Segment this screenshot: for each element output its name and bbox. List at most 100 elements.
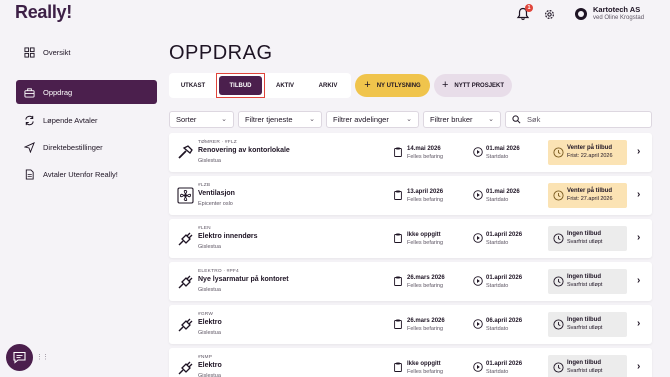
status-badge: Ingen tilbud Svarfrist utløpt	[548, 226, 627, 251]
sidebar-item-direktebestillinger[interactable]: Direktebestillinger	[16, 135, 157, 159]
job-location: Gislestua	[198, 158, 221, 164]
start-label: Startdato	[486, 283, 509, 289]
sidebar-item-label: Oppdrag	[43, 87, 73, 97]
clock-icon	[553, 190, 564, 201]
status-detail: Svarfrist utløpt	[567, 282, 603, 288]
page-title: OPPDRAG	[169, 42, 273, 64]
befaring-type: Felles befaring	[407, 283, 444, 289]
status-detail: Frist: 22.april 2026	[567, 153, 613, 159]
new-tender-button[interactable]: + NY UTLYSNING	[355, 74, 430, 97]
befaring-date: 14.mai 2026	[407, 146, 441, 152]
tab-tilbud[interactable]: TILBUD	[216, 73, 265, 98]
status-title: Venter på tilbud	[567, 188, 613, 194]
plus-icon: +	[441, 79, 449, 91]
sidebar-item-avtaler-utenfor[interactable]: Avtaler Utenfor Really!	[16, 162, 157, 186]
plug-icon	[178, 232, 193, 246]
sort-select[interactable]: Sorter ⌄	[169, 111, 234, 128]
status-badge: Ingen tilbud Svarfrist utløpt	[548, 312, 627, 337]
sidebar-item-oversikt[interactable]: Oversikt	[16, 40, 157, 64]
filter-service-label: Filtrer tjeneste	[245, 115, 293, 124]
job-card[interactable]: #LEN Elektro innendørs Gislestua Ikke op…	[169, 219, 652, 258]
job-location: Epicenter oslo	[198, 201, 233, 207]
status-detail: Frist: 27.april 2026	[567, 196, 613, 202]
start-label: Startdato	[486, 326, 509, 332]
new-project-label: NYTT PROSJEKT	[454, 82, 505, 89]
job-card[interactable]: #NMP Elektro Gislestua Ikke oppgitt Fell…	[169, 348, 652, 377]
clipboard-icon	[394, 147, 402, 157]
filter-service-select[interactable]: Filtrer tjeneste ⌄	[238, 111, 322, 128]
status-title: Ingen tilbud	[567, 274, 601, 280]
job-name: Elektro	[198, 362, 222, 369]
send-icon	[24, 141, 35, 153]
status-title: Ingen tilbud	[567, 360, 601, 366]
company-user: ved Oline Krogstad	[593, 15, 645, 21]
job-card[interactable]: TØMRER · #FLZ Renovering av kontorlokale…	[169, 133, 652, 172]
chevron-right-icon[interactable]: ›	[637, 318, 640, 329]
start-icon	[473, 190, 483, 200]
plug-icon	[178, 275, 193, 289]
top-bar: Really! 1 Kartotech AS ved Oline Krogsta…	[0, 0, 670, 30]
job-category: #LEN	[198, 226, 211, 231]
job-card[interactable]: #GRW Elektro Gislestua 26.mars 2026 Fell…	[169, 305, 652, 344]
start-icon	[473, 362, 483, 372]
new-project-button[interactable]: + NYTT PROSJEKT	[434, 74, 512, 97]
tab-aktiv[interactable]: AKTIV	[267, 73, 303, 98]
status-badge: Ingen tilbud Svarfrist utløpt	[548, 269, 627, 294]
chevron-down-icon: ⌄	[488, 116, 494, 123]
job-name: Renovering av kontorlokale	[198, 147, 290, 154]
start-label: Startdato	[486, 154, 509, 160]
befaring-type: Felles befaring	[407, 240, 444, 246]
notification-badge: 1	[525, 4, 533, 12]
filter-user-select[interactable]: Filtrer bruker ⌄	[423, 111, 501, 128]
plug-icon	[178, 361, 193, 375]
job-location: Gislestua	[198, 287, 221, 293]
sidebar-item-oppdrag[interactable]: Oppdrag	[16, 80, 157, 104]
status-title: Venter på tilbud	[567, 145, 613, 151]
start-label: Startdato	[486, 197, 509, 203]
gear-icon[interactable]	[543, 8, 556, 21]
chevron-right-icon[interactable]: ›	[637, 275, 640, 286]
status-badge: Venter på tilbud Frist: 27.april 2026	[548, 183, 627, 208]
start-icon	[473, 319, 483, 329]
search-input[interactable]: Søk	[505, 111, 652, 128]
chevron-down-icon: ⌄	[221, 116, 227, 123]
chevron-right-icon[interactable]: ›	[637, 146, 640, 157]
filter-user-label: Filtrer bruker	[430, 115, 473, 124]
chat-button[interactable]	[6, 344, 33, 371]
job-card[interactable]: ELEKTRO · #PF4 Nye lysarmatur på kontore…	[169, 262, 652, 301]
job-category: ELEKTRO · #PF4	[198, 269, 239, 274]
job-category: TØMRER · #FLZ	[198, 140, 237, 145]
chevron-right-icon[interactable]: ›	[637, 232, 640, 243]
company-avatar[interactable]	[575, 8, 587, 20]
clock-icon	[553, 319, 564, 330]
befaring-date: Ikke oppgitt	[407, 361, 441, 367]
job-category: #NMP	[198, 355, 213, 360]
sidebar-item-label: Direktebestillinger	[43, 142, 103, 152]
filter-department-select[interactable]: Filtrer avdelinger ⌄	[326, 111, 419, 128]
befaring-date: 26.mars 2026	[407, 318, 445, 324]
refresh-icon	[25, 115, 34, 125]
chevron-right-icon[interactable]: ›	[637, 361, 640, 372]
company-name[interactable]: Kartotech AS	[593, 5, 640, 14]
drag-handle-icon[interactable]: ⋮⋮	[36, 353, 49, 361]
tab-arkiv[interactable]: ARKIV	[309, 73, 347, 98]
tab-utkast[interactable]: UTKAST	[173, 73, 213, 98]
search-placeholder: Søk	[527, 115, 541, 124]
job-name: Nye lysarmatur på kontoret	[198, 276, 289, 283]
befaring-type: Felles befaring	[407, 369, 444, 375]
status-detail: Svarfrist utløpt	[567, 239, 603, 245]
clock-icon	[553, 362, 564, 373]
clipboard-icon	[394, 233, 402, 243]
job-card[interactable]: #LZB Ventilasjon Epicenter oslo 13.april…	[169, 176, 652, 215]
app-logo[interactable]: Really!	[15, 2, 72, 23]
job-location: Gislestua	[198, 244, 221, 250]
chevron-right-icon[interactable]: ›	[637, 189, 640, 200]
start-label: Startdato	[486, 240, 509, 246]
start-date: 01.april 2026	[486, 232, 523, 238]
start-icon	[473, 276, 483, 286]
sort-label: Sorter	[176, 115, 197, 124]
sidebar-item-lopende-avtaler[interactable]: Løpende Avtaler	[16, 108, 157, 132]
befaring-date: Ikke oppgitt	[407, 232, 441, 238]
status-title: Ingen tilbud	[567, 231, 601, 237]
start-icon	[473, 147, 483, 157]
